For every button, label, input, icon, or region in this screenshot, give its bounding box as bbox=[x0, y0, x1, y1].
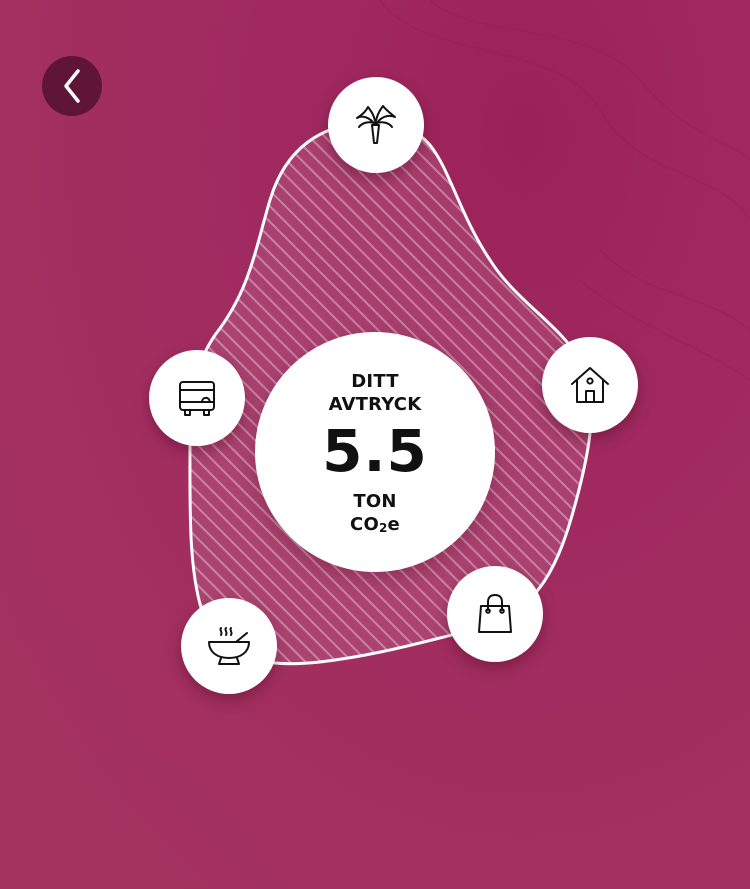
house-icon bbox=[571, 367, 609, 403]
unit-subscript: 2 bbox=[378, 521, 388, 535]
category-housing-button[interactable] bbox=[542, 337, 638, 433]
footprint-title-line1: DITT bbox=[351, 371, 399, 392]
shopping-bag-icon bbox=[478, 594, 512, 633]
category-shopping-button[interactable] bbox=[447, 566, 543, 662]
footprint-unit-line2: CO2e bbox=[255, 513, 495, 540]
category-travel-button[interactable] bbox=[328, 77, 424, 173]
footprint-title-line2: AVTRYCK bbox=[328, 394, 422, 415]
footprint-unit-line1: TON bbox=[353, 491, 397, 512]
footprint-unit: TON CO2e bbox=[255, 490, 495, 540]
bus-icon bbox=[179, 381, 215, 416]
soup-bowl-icon bbox=[208, 627, 250, 665]
unit-co: CO bbox=[350, 514, 379, 535]
footprint-value: 5.5 bbox=[322, 417, 428, 485]
category-food-button[interactable] bbox=[181, 598, 277, 694]
footprint-title: DITT AVTRYCK bbox=[255, 370, 495, 416]
category-transport-button[interactable] bbox=[149, 350, 245, 446]
palm-tree-icon bbox=[356, 105, 396, 144]
unit-e: e bbox=[387, 514, 400, 535]
footprint-summary: DITT AVTRYCK 5.5 TON CO2e bbox=[255, 332, 495, 572]
